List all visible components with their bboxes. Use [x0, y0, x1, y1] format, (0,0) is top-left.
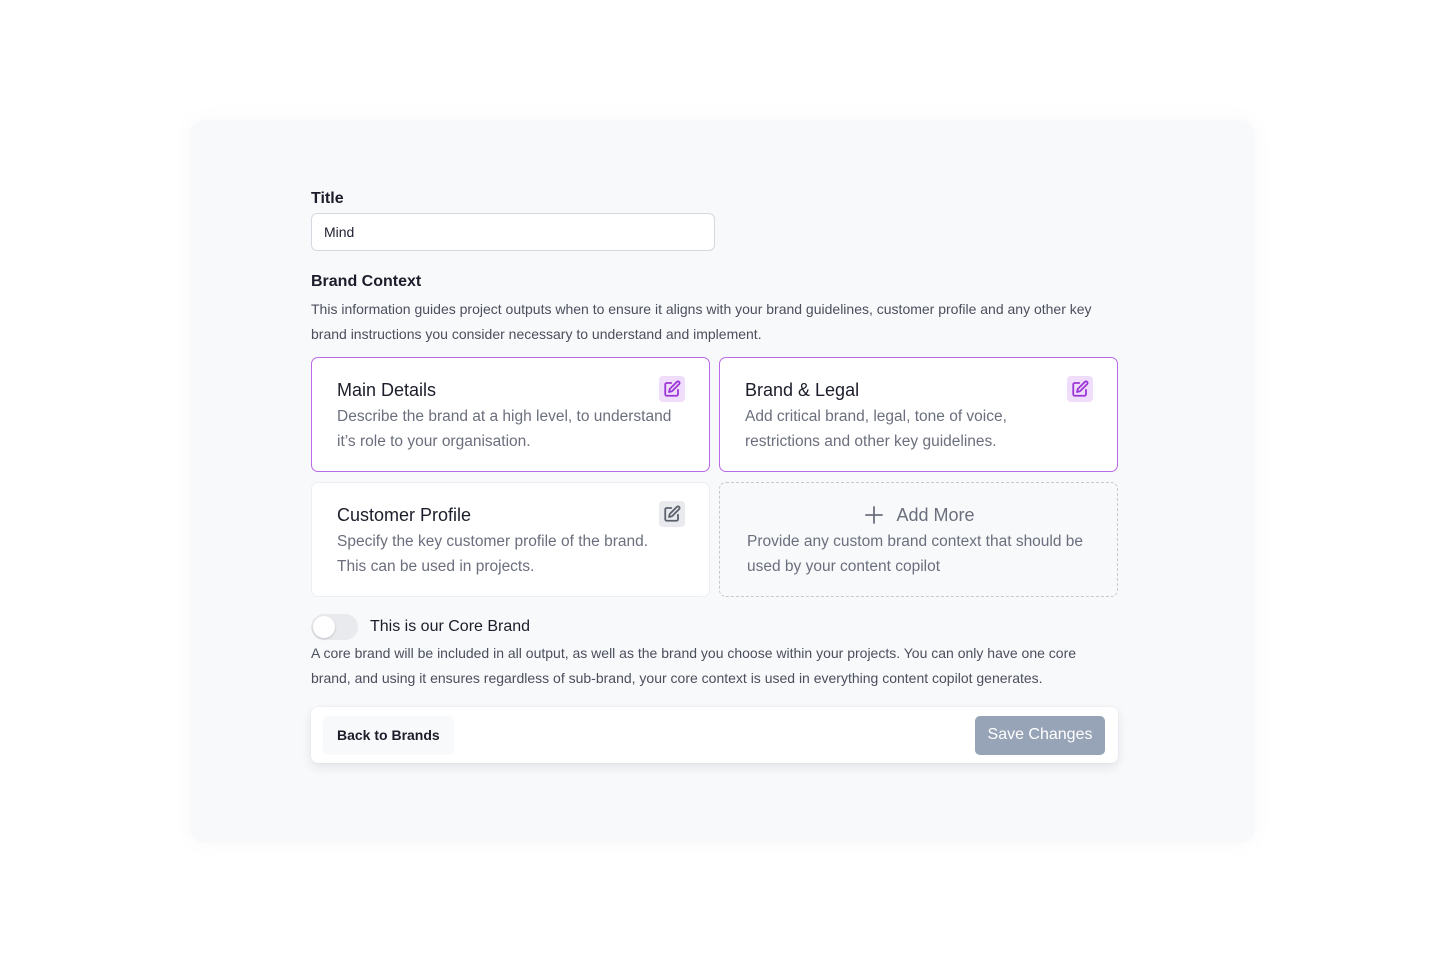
card-description: Add critical brand, legal, tone of voice… [745, 408, 1007, 450]
card-title: Customer Profile [337, 505, 472, 525]
card-title: Main Details [337, 380, 437, 400]
add-more-header: Add More [747, 503, 1092, 527]
brand-form: Title Brand Context This information gui… [311, 188, 1118, 763]
card-brand-legal[interactable]: Brand & Legal Add critical brand, legal,… [719, 357, 1118, 472]
toggle-knob [313, 616, 335, 638]
add-more-label: Add More [896, 504, 975, 525]
brand-context-heading: Brand Context [311, 273, 422, 290]
add-more-card[interactable]: Add More Provide any custom brand contex… [719, 482, 1118, 597]
core-brand-label: This is our Core Brand [370, 618, 531, 635]
edit-icon[interactable] [1067, 376, 1093, 402]
card-customer-profile[interactable]: Customer Profile Specify the key custome… [311, 482, 710, 597]
core-brand-row: This is our Core Brand [311, 614, 1118, 640]
add-more-description: Provide any custom brand context that sh… [747, 533, 1084, 575]
core-brand-description: A core brand will be included in all out… [311, 645, 1077, 686]
core-brand-toggle[interactable] [311, 614, 358, 640]
card-title: Brand & Legal [745, 380, 860, 400]
form-footer: Back to Brands Save Changes [311, 707, 1118, 763]
edit-icon[interactable] [659, 376, 685, 402]
brand-context-cards: Main Details Describe the brand at a hig… [311, 357, 1118, 597]
title-input[interactable] [311, 213, 715, 251]
save-changes-button[interactable]: Save Changes [975, 715, 1105, 755]
title-label: Title [311, 190, 344, 207]
brand-context-description: This information guides project outputs … [311, 301, 1092, 342]
card-main-details[interactable]: Main Details Describe the brand at a hig… [311, 357, 710, 472]
edit-icon[interactable] [659, 501, 685, 527]
card-description: Specify the key customer profile of the … [337, 533, 649, 575]
back-to-brands-button[interactable]: Back to Brands [323, 715, 454, 755]
plus-icon [865, 506, 884, 524]
card-description: Describe the brand at a high level, to u… [337, 408, 672, 450]
